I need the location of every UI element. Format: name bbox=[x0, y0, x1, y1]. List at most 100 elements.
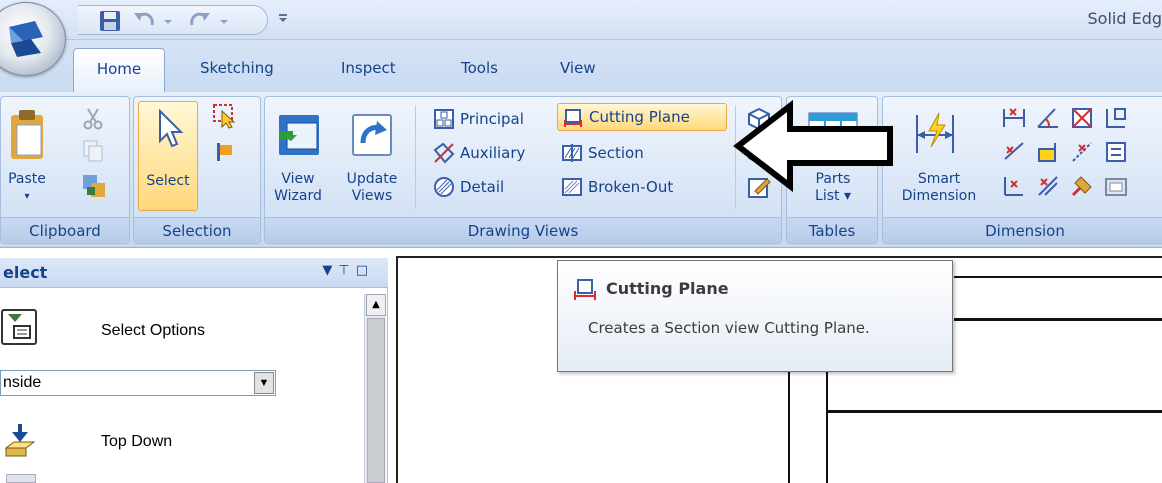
group-dimension: Smart Dimension Dimension bbox=[882, 96, 1162, 244]
update-views-label-1: Update bbox=[346, 171, 398, 187]
cutting-plane-icon bbox=[572, 277, 598, 301]
section-icon bbox=[562, 144, 582, 162]
cutting-plane-icon bbox=[564, 109, 582, 127]
title-bar: Solid Edg bbox=[0, 0, 1162, 76]
undo-dropdown-icon[interactable] bbox=[162, 9, 176, 33]
smart-dimension-label-1: Smart bbox=[917, 171, 961, 187]
tooltip: Cutting Plane Creates a Section view Cut… bbox=[557, 260, 953, 372]
section-button[interactable]: Section bbox=[561, 139, 644, 167]
view-wizard-icon[interactable] bbox=[277, 111, 323, 159]
cutting-plane-label: Cutting Plane bbox=[589, 108, 690, 126]
solid-edge-logo-icon bbox=[9, 21, 43, 57]
drawing-line bbox=[826, 410, 1162, 413]
selection-mode-select[interactable]: nside ▼ bbox=[0, 370, 276, 396]
select-options-label[interactable]: Select Options bbox=[101, 322, 205, 340]
symmetric-diameter-icon[interactable] bbox=[1001, 139, 1027, 165]
broken-out-label: Broken-Out bbox=[588, 178, 674, 196]
group-label-tables: Tables bbox=[787, 217, 877, 243]
tab-view[interactable]: View bbox=[560, 59, 596, 77]
dimension-axis-icon[interactable] bbox=[1001, 173, 1027, 199]
selection-mode-value: nside bbox=[3, 374, 42, 391]
copy-to-clipboard-icon[interactable] bbox=[81, 173, 107, 199]
ribbon-tabs: Home Sketching Inspect Tools View bbox=[0, 40, 1162, 93]
panel-header: elect ▼⊤□ bbox=[0, 258, 388, 288]
tooltip-description: Creates a Section view Cutting Plane. bbox=[588, 319, 870, 337]
ordinate-dimension-icon[interactable] bbox=[1103, 105, 1129, 131]
group-clipboard: Paste ▾ Clipboard bbox=[0, 96, 130, 244]
quick-access-toolbar bbox=[78, 5, 268, 35]
scroll-up-icon[interactable]: ▲ bbox=[366, 294, 386, 316]
angular-coordinate-icon[interactable] bbox=[1069, 139, 1095, 165]
paste-icon[interactable] bbox=[7, 107, 47, 163]
update-views-label-2[interactable]: Views bbox=[341, 188, 403, 204]
group-label-dimension: Dimension bbox=[883, 217, 1162, 243]
smart-dimension-icon[interactable] bbox=[911, 111, 959, 157]
copy-attributes-icon[interactable] bbox=[1069, 173, 1095, 199]
undo-icon[interactable] bbox=[132, 9, 158, 33]
tab-inspect[interactable]: Inspect bbox=[341, 59, 396, 77]
cut-icon[interactable] bbox=[81, 107, 105, 131]
angle-between-icon[interactable] bbox=[1035, 105, 1061, 131]
principal-button[interactable]: Principal bbox=[433, 105, 524, 133]
auxiliary-label: Auxiliary bbox=[460, 144, 526, 162]
group-label-selection: Selection bbox=[134, 217, 260, 243]
paste-button[interactable]: Paste bbox=[3, 171, 51, 187]
next-option-icon[interactable] bbox=[6, 474, 36, 483]
tab-tools[interactable]: Tools bbox=[461, 59, 498, 77]
detail-icon bbox=[434, 177, 454, 197]
group-selection: Select Selection bbox=[133, 96, 261, 244]
ribbon: Paste ▾ Clipboard Select Selection View … bbox=[0, 92, 1162, 248]
select-panel: elect ▼⊤□ Select Options nside ▼ Top Dow… bbox=[0, 258, 388, 483]
separator bbox=[415, 105, 416, 209]
pin-icon[interactable]: ⊤ bbox=[338, 263, 355, 278]
view-wizard-label-2[interactable]: Wizard bbox=[269, 188, 327, 204]
panel-title: elect bbox=[3, 263, 48, 282]
update-views-icon[interactable] bbox=[351, 113, 393, 157]
customize-qat-icon[interactable] bbox=[276, 8, 290, 28]
group-label-drawing-views: Drawing Views bbox=[265, 217, 781, 243]
detail-button[interactable]: Detail bbox=[433, 173, 504, 201]
auxiliary-icon bbox=[433, 142, 455, 164]
top-down-icon[interactable] bbox=[4, 422, 36, 458]
view-wizard-label-1: View bbox=[281, 171, 315, 187]
save-icon[interactable] bbox=[98, 9, 124, 33]
coordinate-dimension-icon[interactable] bbox=[1069, 105, 1095, 131]
flag-icon[interactable] bbox=[214, 141, 236, 163]
select-options-icon[interactable] bbox=[0, 308, 40, 348]
chamfer-dimension-icon[interactable] bbox=[1035, 139, 1061, 165]
tab-home[interactable]: Home bbox=[73, 48, 165, 93]
top-down-label[interactable]: Top Down bbox=[101, 433, 172, 451]
auxiliary-button[interactable]: Auxiliary bbox=[433, 139, 525, 167]
principal-label: Principal bbox=[460, 110, 524, 128]
drawing-line bbox=[954, 318, 1162, 321]
select-label: Select bbox=[146, 173, 190, 189]
tooltip-title: Cutting Plane bbox=[606, 279, 729, 298]
group-drawing-views: View Wizard Update Views Principal Auxil… bbox=[264, 96, 782, 244]
attach-dimension-icon[interactable] bbox=[1035, 173, 1061, 199]
smart-dimension-label-2[interactable]: Dimension bbox=[889, 188, 989, 204]
maximize-icon[interactable]: □ bbox=[356, 263, 374, 278]
redo-icon[interactable] bbox=[188, 9, 214, 33]
copy-icon[interactable] bbox=[81, 139, 105, 163]
paste-dropdown-icon[interactable]: ▾ bbox=[19, 189, 35, 205]
redo-dropdown-icon[interactable] bbox=[218, 9, 232, 33]
broken-out-icon bbox=[562, 178, 582, 196]
distance-between-icon[interactable] bbox=[1001, 105, 1027, 131]
dimension-style-icon[interactable] bbox=[1103, 173, 1129, 199]
select-tools-icon[interactable] bbox=[212, 103, 238, 129]
app-title: Solid Edg bbox=[1087, 9, 1162, 28]
drawing-line bbox=[954, 276, 1162, 278]
principal-icon bbox=[434, 109, 454, 129]
tab-sketching[interactable]: Sketching bbox=[200, 59, 274, 77]
scroll-thumb[interactable] bbox=[367, 318, 385, 483]
panel-menu-icon[interactable]: ▼ bbox=[322, 263, 338, 278]
stacked-coordinate-icon[interactable] bbox=[1103, 139, 1129, 165]
group-label-clipboard: Clipboard bbox=[1, 217, 129, 243]
select-arrow-icon bbox=[156, 108, 184, 149]
chevron-down-icon[interactable]: ▼ bbox=[254, 372, 274, 394]
broken-out-button[interactable]: Broken-Out bbox=[561, 173, 673, 201]
panel-scrollbar[interactable]: ▲ bbox=[364, 294, 386, 483]
detail-label: Detail bbox=[460, 178, 505, 196]
panel-controls: ▼⊤□ bbox=[322, 263, 374, 278]
cutting-plane-button[interactable]: Cutting Plane bbox=[557, 103, 727, 131]
